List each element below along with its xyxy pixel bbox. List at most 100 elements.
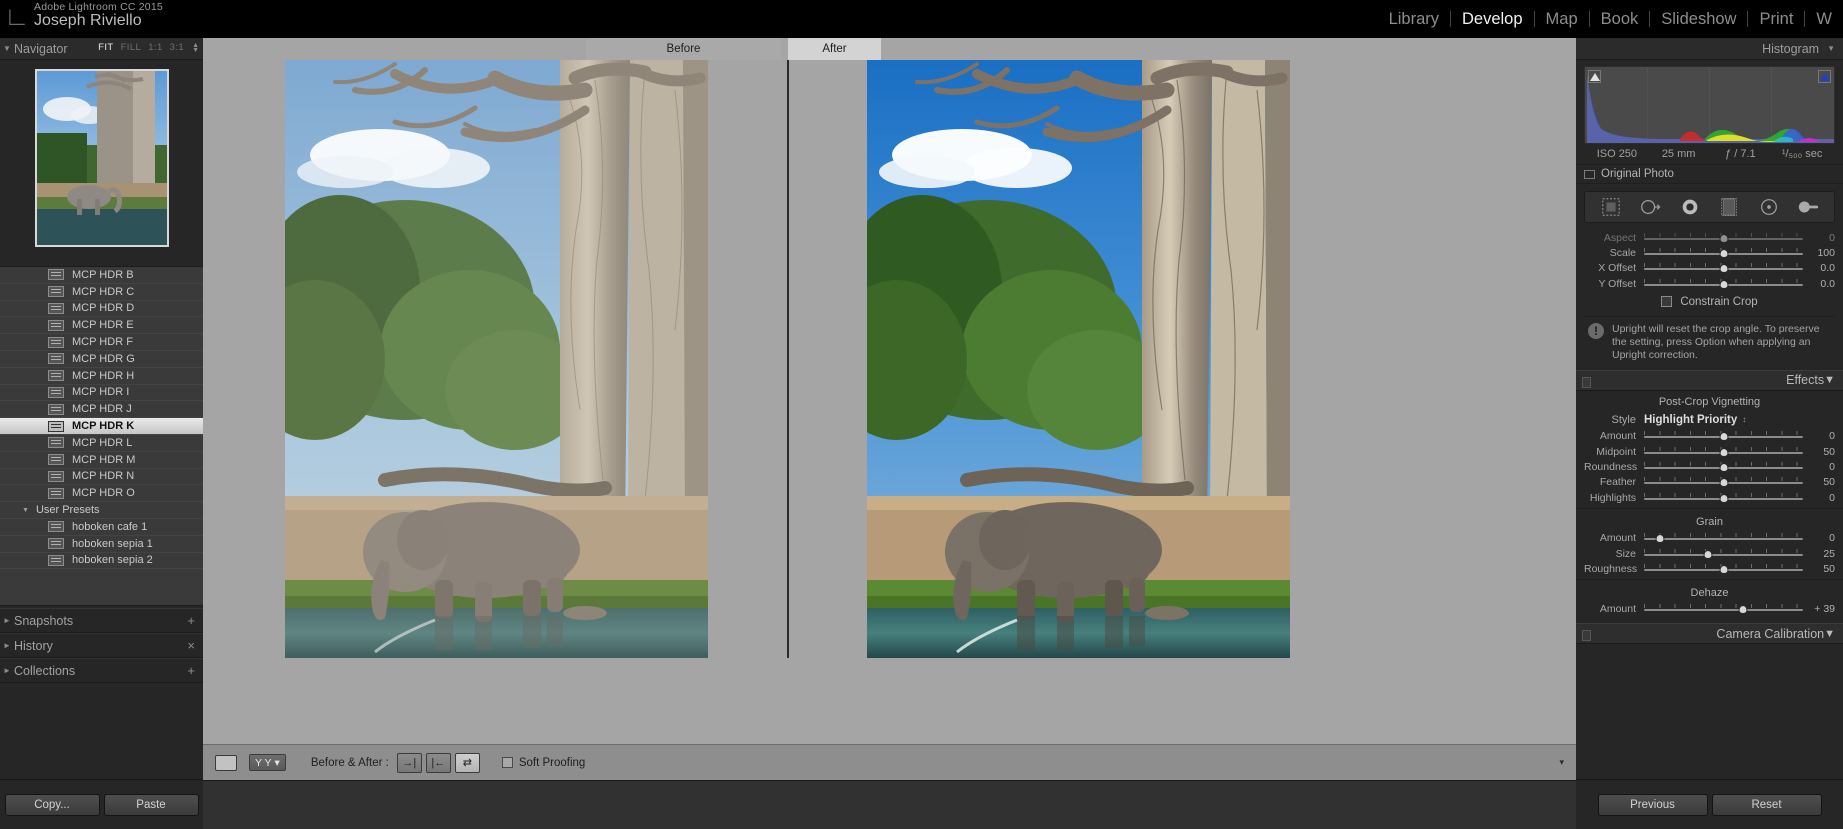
- slider-track[interactable]: [1644, 278, 1803, 290]
- panel-history[interactable]: ► History ×: [0, 633, 203, 658]
- slider-track[interactable]: [1644, 232, 1803, 244]
- navigator-header[interactable]: ▼ Navigator FIT FILL 1:1 3:1 ▲ ▼: [0, 38, 203, 60]
- effects-switch-toggle[interactable]: [1582, 376, 1591, 388]
- original-photo-checkbox[interactable]: [1584, 169, 1595, 179]
- filmstrip-area[interactable]: [203, 780, 1576, 829]
- slider-grain-amount[interactable]: Amount 0: [1584, 531, 1835, 546]
- module-map[interactable]: Map: [1535, 10, 1589, 29]
- slider-vignette-roundness[interactable]: Roundness 0: [1584, 459, 1835, 474]
- preset-item[interactable]: MCP HDR E: [0, 317, 203, 335]
- slider-track[interactable]: [1644, 247, 1803, 259]
- previous-button[interactable]: Previous: [1597, 793, 1708, 816]
- panel-snapshots[interactable]: ► Snapshots +: [0, 608, 203, 633]
- preset-item[interactable]: MCP HDR F: [0, 334, 203, 351]
- effects-header[interactable]: Effects ▼: [1576, 369, 1843, 391]
- collapse-triangle-icon[interactable]: ▼: [0, 44, 14, 53]
- preset-item[interactable]: MCP HDR J: [0, 401, 203, 419]
- add-snapshot-icon[interactable]: +: [187, 613, 195, 628]
- vignette-style-value[interactable]: Highlight Priority: [1644, 414, 1737, 426]
- module-book[interactable]: Book: [1590, 10, 1650, 29]
- preset-item[interactable]: MCP HDR B: [0, 267, 203, 284]
- swap-before-after-button[interactable]: ⇄: [454, 752, 480, 773]
- preset-item[interactable]: MCP HDR O: [0, 485, 203, 503]
- expand-triangle-icon[interactable]: ►: [0, 666, 14, 675]
- slider-track[interactable]: [1644, 476, 1803, 488]
- histogram-graph[interactable]: [1584, 66, 1835, 144]
- vignette-style-row[interactable]: Style Highlight Priority ↕: [1576, 411, 1843, 429]
- slider-track[interactable]: [1644, 603, 1803, 615]
- preset-item[interactable]: MCP HDR H: [0, 368, 203, 385]
- chevron-down-icon[interactable]: ▾: [275, 757, 280, 769]
- expand-triangle-icon[interactable]: ►: [0, 616, 14, 625]
- slider-track[interactable]: [1644, 492, 1803, 504]
- preset-group-user-presets[interactable]: ▼ User Presets: [0, 502, 203, 519]
- slider-track[interactable]: [1644, 548, 1803, 560]
- slider-dehaze-amount[interactable]: Amount + 39: [1584, 602, 1835, 617]
- histogram-header[interactable]: Histogram ▼: [1576, 38, 1843, 60]
- slider-track[interactable]: [1644, 430, 1803, 442]
- preset-item[interactable]: MCP HDR M: [0, 452, 203, 469]
- preset-item[interactable]: MCP HDR N: [0, 469, 203, 486]
- highlight-clipping-indicator[interactable]: [1818, 70, 1831, 83]
- collapse-triangle-icon[interactable]: ▼: [1824, 374, 1835, 386]
- slider-y-offset[interactable]: Y Offset 0.0: [1584, 276, 1835, 291]
- collapse-triangle-icon[interactable]: ▼: [1827, 44, 1835, 53]
- preset-item[interactable]: hoboken sepia 1: [0, 536, 203, 553]
- zoom-stepper-icon[interactable]: ▲ ▼: [192, 42, 199, 54]
- expand-triangle-icon[interactable]: ►: [0, 641, 14, 650]
- slider-vignette-midpoint[interactable]: Midpoint 50: [1584, 444, 1835, 459]
- soft-proofing-checkbox[interactable]: [501, 757, 513, 768]
- slider-track[interactable]: [1644, 262, 1803, 274]
- copy-settings-right-button[interactable]: →|: [396, 752, 422, 773]
- slider-track[interactable]: [1644, 461, 1803, 473]
- preset-item-selected[interactable]: MCP HDR K: [0, 418, 203, 435]
- module-slideshow[interactable]: Slideshow: [1650, 10, 1747, 29]
- zoom-fill[interactable]: FILL: [121, 42, 142, 53]
- radial-filter-icon[interactable]: [1758, 196, 1780, 218]
- zoom-1-1[interactable]: 1:1: [148, 42, 162, 53]
- slider-scale[interactable]: Scale 100: [1584, 245, 1835, 260]
- slider-vignette-highlights[interactable]: Highlights 0: [1584, 490, 1835, 505]
- module-print[interactable]: Print: [1748, 10, 1804, 29]
- crop-overlay-icon[interactable]: [1600, 196, 1622, 218]
- preset-item[interactable]: MCP HDR G: [0, 351, 203, 368]
- slider-vignette-amount[interactable]: Amount 0: [1584, 429, 1835, 444]
- camera-calibration-switch-toggle[interactable]: [1582, 630, 1591, 642]
- module-develop[interactable]: Develop: [1451, 10, 1534, 29]
- slider-vignette-feather[interactable]: Feather 50: [1584, 475, 1835, 490]
- slider-grain-size[interactable]: Size 25: [1584, 546, 1835, 561]
- module-library[interactable]: Library: [1378, 10, 1450, 29]
- slider-track[interactable]: [1644, 532, 1803, 544]
- add-collection-icon[interactable]: +: [187, 663, 195, 678]
- before-photo[interactable]: [285, 60, 708, 658]
- slider-grain-roughness[interactable]: Roughness 50: [1584, 561, 1835, 576]
- adjustment-brush-icon[interactable]: [1797, 196, 1819, 218]
- constrain-crop-row[interactable]: Constrain Crop: [1576, 292, 1843, 312]
- after-photo[interactable]: [867, 60, 1290, 658]
- original-photo-row[interactable]: Original Photo: [1576, 164, 1843, 184]
- spot-removal-icon[interactable]: [1639, 196, 1661, 218]
- preset-item[interactable]: MCP HDR I: [0, 385, 203, 402]
- navigator-thumbnail[interactable]: [34, 69, 169, 247]
- toolbar-collapse-icon[interactable]: ▾: [1559, 757, 1564, 768]
- preset-item[interactable]: hoboken sepia 2: [0, 553, 203, 570]
- module-web[interactable]: W: [1805, 10, 1843, 29]
- slider-aspect[interactable]: Aspect 0: [1584, 230, 1835, 245]
- constrain-crop-checkbox[interactable]: [1661, 296, 1673, 308]
- clear-history-icon[interactable]: ×: [187, 638, 195, 653]
- group-triangle-icon[interactable]: ▼: [22, 507, 29, 514]
- zoom-fit[interactable]: FIT: [98, 42, 113, 53]
- copy-settings-left-button[interactable]: |←: [425, 752, 451, 773]
- preset-item[interactable]: MCP HDR D: [0, 301, 203, 318]
- presets-list[interactable]: MCP HDR B MCP HDR C MCP HDR D MCP HDR E …: [0, 266, 203, 606]
- red-eye-correction-icon[interactable]: [1679, 196, 1701, 218]
- loupe-view-icon[interactable]: [215, 754, 237, 771]
- paste-button[interactable]: Paste: [103, 793, 199, 816]
- preset-item[interactable]: hoboken cafe 1: [0, 519, 203, 536]
- graduated-filter-icon[interactable]: [1718, 196, 1740, 218]
- preset-item[interactable]: MCP HDR L: [0, 435, 203, 452]
- stepper-arrows-icon[interactable]: ↕: [1742, 415, 1746, 424]
- copy-button[interactable]: Copy...: [4, 793, 100, 816]
- flag-filter-control[interactable]: Y Y ▾: [249, 754, 286, 771]
- slider-track[interactable]: [1644, 563, 1803, 575]
